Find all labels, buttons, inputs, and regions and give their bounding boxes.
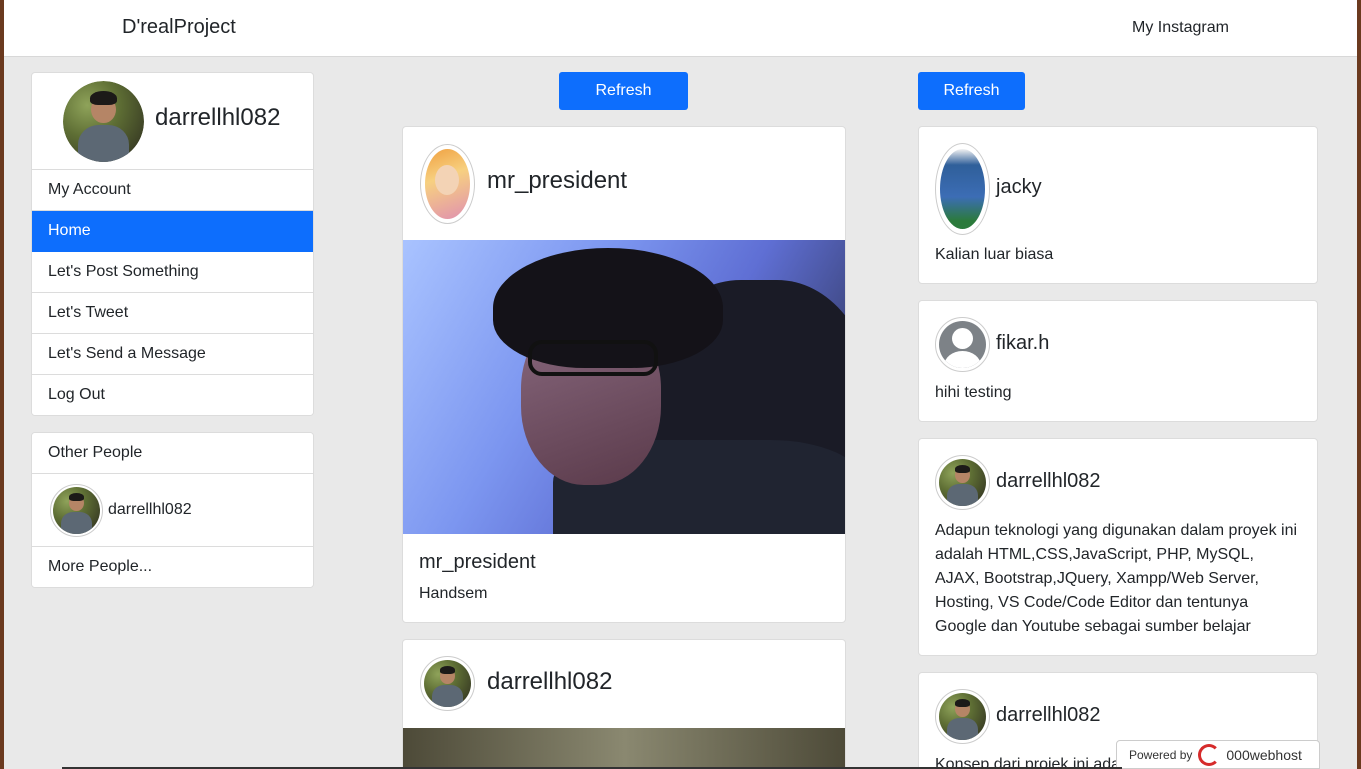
top-navbar: D'realProject My Instagram <box>4 0 1357 57</box>
profile-username: darrellhl082 <box>155 104 281 131</box>
profile-card: darrellhl082 My Account Home Let's Post … <box>31 72 314 416</box>
other-people-card: Other People darrellhl082 More People... <box>31 432 314 588</box>
badge-prefix: Powered by <box>1129 747 1193 762</box>
tweet-text: Adapun teknologi yang digunakan dalam pr… <box>935 522 1298 635</box>
person-avatar <box>50 484 103 537</box>
tweet-author-avatar[interactable] <box>935 455 990 510</box>
menu-item-tweet[interactable]: Let's Tweet <box>32 293 313 334</box>
tweet-author-avatar[interactable] <box>935 143 990 235</box>
nav-link-my-instagram[interactable]: My Instagram <box>1132 19 1229 37</box>
tweet-text: Kalian luar biasa <box>935 246 1054 263</box>
other-people-header: Other People <box>32 433 313 474</box>
post-card: darrellhl082 <box>402 639 846 769</box>
menu-item-my-account[interactable]: My Account <box>32 170 313 211</box>
post-author-name[interactable]: mr_president <box>487 167 627 195</box>
webhost-logo-icon <box>1198 743 1221 766</box>
post-photo <box>403 728 845 769</box>
tweets-refresh-button[interactable]: Refresh <box>918 72 1025 110</box>
brand-link[interactable]: D'realProject <box>122 16 236 39</box>
hosting-badge[interactable]: Powered by 000webhost <box>1116 740 1320 769</box>
more-people-link[interactable]: More People... <box>32 547 313 587</box>
post-card: mr_president mr_president Handsem <box>402 126 846 623</box>
tweet-author-name[interactable]: darrellhl082 <box>996 470 1101 493</box>
window-right-edge <box>1357 0 1361 769</box>
menu-item-post-something[interactable]: Let's Post Something <box>32 252 313 293</box>
tweet-author-avatar[interactable] <box>935 689 990 744</box>
post-photo <box>403 240 845 534</box>
profile-header: darrellhl082 <box>32 73 313 170</box>
window-left-edge <box>0 0 4 769</box>
badge-brand: 000webhost <box>1226 746 1302 763</box>
tweet-author-name[interactable]: fikar.h <box>996 332 1049 355</box>
post-author-avatar[interactable] <box>420 144 475 224</box>
post-caption: Handsem <box>419 585 488 602</box>
tweet-card: jacky Kalian luar biasa <box>918 126 1318 284</box>
person-username: darrellhl082 <box>108 501 192 518</box>
person-item[interactable]: darrellhl082 <box>32 474 313 547</box>
profile-avatar <box>63 81 144 162</box>
feed-refresh-button[interactable]: Refresh <box>559 72 688 110</box>
tweet-text: hihi testing <box>935 384 1012 401</box>
post-caption-author: mr_president <box>419 551 536 573</box>
tweet-card: fikar.h hihi testing <box>918 300 1318 422</box>
tweet-author-name[interactable]: jacky <box>996 176 1042 199</box>
post-author-avatar[interactable] <box>420 656 475 711</box>
post-author-name[interactable]: darrellhl082 <box>487 668 612 696</box>
menu-item-log-out[interactable]: Log Out <box>32 375 313 415</box>
tweet-author-name[interactable]: darrellhl082 <box>996 704 1101 727</box>
tweet-card: darrellhl082 Adapun teknologi yang digun… <box>918 438 1318 656</box>
menu-item-send-message[interactable]: Let's Send a Message <box>32 334 313 375</box>
menu-item-home[interactable]: Home <box>32 211 313 252</box>
tweet-author-avatar[interactable] <box>935 317 990 372</box>
